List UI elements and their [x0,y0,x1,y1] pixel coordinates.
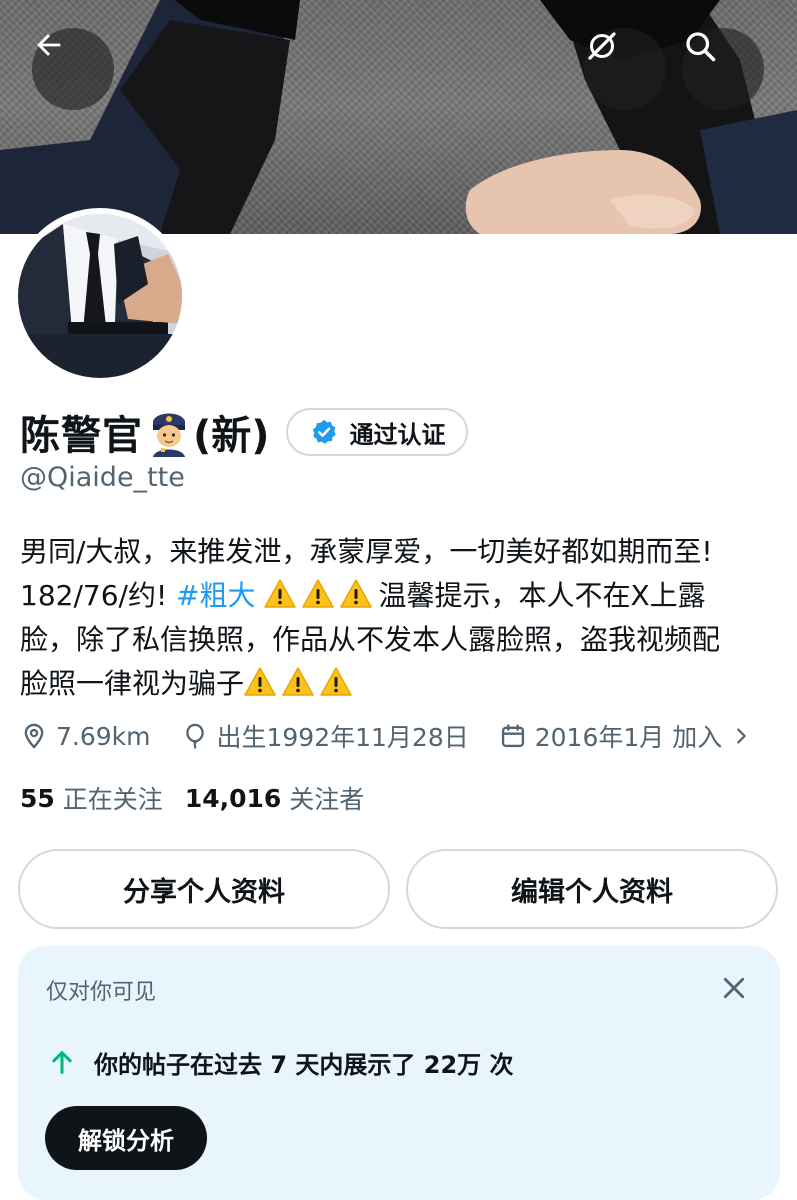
impressions-stat: 你的帖子在过去 7 天内展示了 22万 次 [48,1042,514,1082]
bio-notice: 温馨提示，本人不在X上露 [378,579,706,612]
bio-line-3: 脸，除了私信换照，作品从不发本人露脸照，盗我视频配 [20,623,721,656]
bio-line-2: 182/76/约! #粗大 温馨提示，本人不在X上露 [20,574,790,618]
bio-line-1: 男同/大叔，来推发泄，承蒙厚爱，一切美好都如期而至! [20,535,713,568]
profile-page: 陈警官 (新) 通过认证 @Qiaide_tte 男同/大叔，来推发泄，承蒙厚爱… [0,0,797,1200]
profile-meta-row: 7.69km 出生1992年11月28日 2016年1月 加入 [20,716,752,756]
joined-text: 2016年1月 加入 [534,723,723,752]
grok-icon [588,32,616,60]
verified-label: 通过认证 [349,420,446,449]
chevron-right-icon [737,728,747,744]
balloon-icon [185,723,204,749]
unlock-analytics-button[interactable]: 解锁分析 [45,1106,207,1170]
warning-icon [340,579,373,608]
joined-item[interactable]: 2016年1月 加入 [499,718,752,754]
close-icon [723,977,745,999]
birthday-text: 出生1992年11月28日 [216,723,469,752]
display-name: 陈警官 [20,413,143,459]
back-button[interactable] [32,28,114,110]
avatar[interactable] [12,208,188,384]
search-icon [686,32,716,62]
card-title: 仅对你可见 [46,980,157,1005]
arrow-up-icon [52,1051,72,1075]
avatar-photo [18,214,182,378]
analytics-card: 仅对你可见 你的帖子在过去 7 天内展示了 22万 次 解锁分析 [18,946,780,1200]
warning-icon [320,667,352,696]
grok-button[interactable] [584,28,666,110]
followers-label[interactable]: 关注者 [289,780,364,816]
search-button[interactable] [682,28,764,110]
followers-count[interactable]: 14,016 [185,784,281,813]
follow-counts: 55 正在关注 14,016 关注者 [20,778,386,818]
bio: 男同/大叔，来推发泄，承蒙厚爱，一切美好都如期而至! 182/76/约! #粗大… [20,530,790,706]
handle: @Qiaide_tte [20,462,185,493]
name-row: 陈警官 (新) 通过认证 [20,400,468,464]
bio-stats: 182/76/约! [20,579,177,612]
warning-icon [302,579,335,608]
location-item: 7.69km [20,722,151,751]
close-card-button[interactable] [714,968,754,1008]
warning-icon [264,579,297,608]
share-profile-button[interactable]: 分享个人资料 [18,849,390,929]
name-suffix: (新) [193,413,270,459]
bio-line-4-text: 脸照一律视为骗子 [20,667,245,700]
following-count[interactable]: 55 [20,784,55,813]
warning-icon [282,667,314,696]
banner-photo [0,0,797,234]
bio-line-4: 脸照一律视为骗子 [20,662,790,706]
birthday-item: 出生1992年11月28日 [181,718,469,754]
hashtag-link[interactable]: #粗大 [176,579,255,612]
location-pin-icon [24,723,44,749]
edit-profile-button[interactable]: 编辑个人资料 [406,849,778,929]
following-label[interactable]: 正在关注 [63,780,163,816]
arrow-left-icon [37,34,61,56]
verified-pill[interactable]: 通过认证 [285,408,468,456]
profile-banner[interactable] [0,0,797,234]
impressions-text: 你的帖子在过去 7 天内展示了 22万 次 [94,1050,514,1079]
warning-icon [244,667,276,696]
verified-badge-icon [312,419,336,444]
police-officer-emoji-icon [153,413,185,457]
calendar-icon [501,724,524,748]
location-text: 7.69km [56,721,151,751]
